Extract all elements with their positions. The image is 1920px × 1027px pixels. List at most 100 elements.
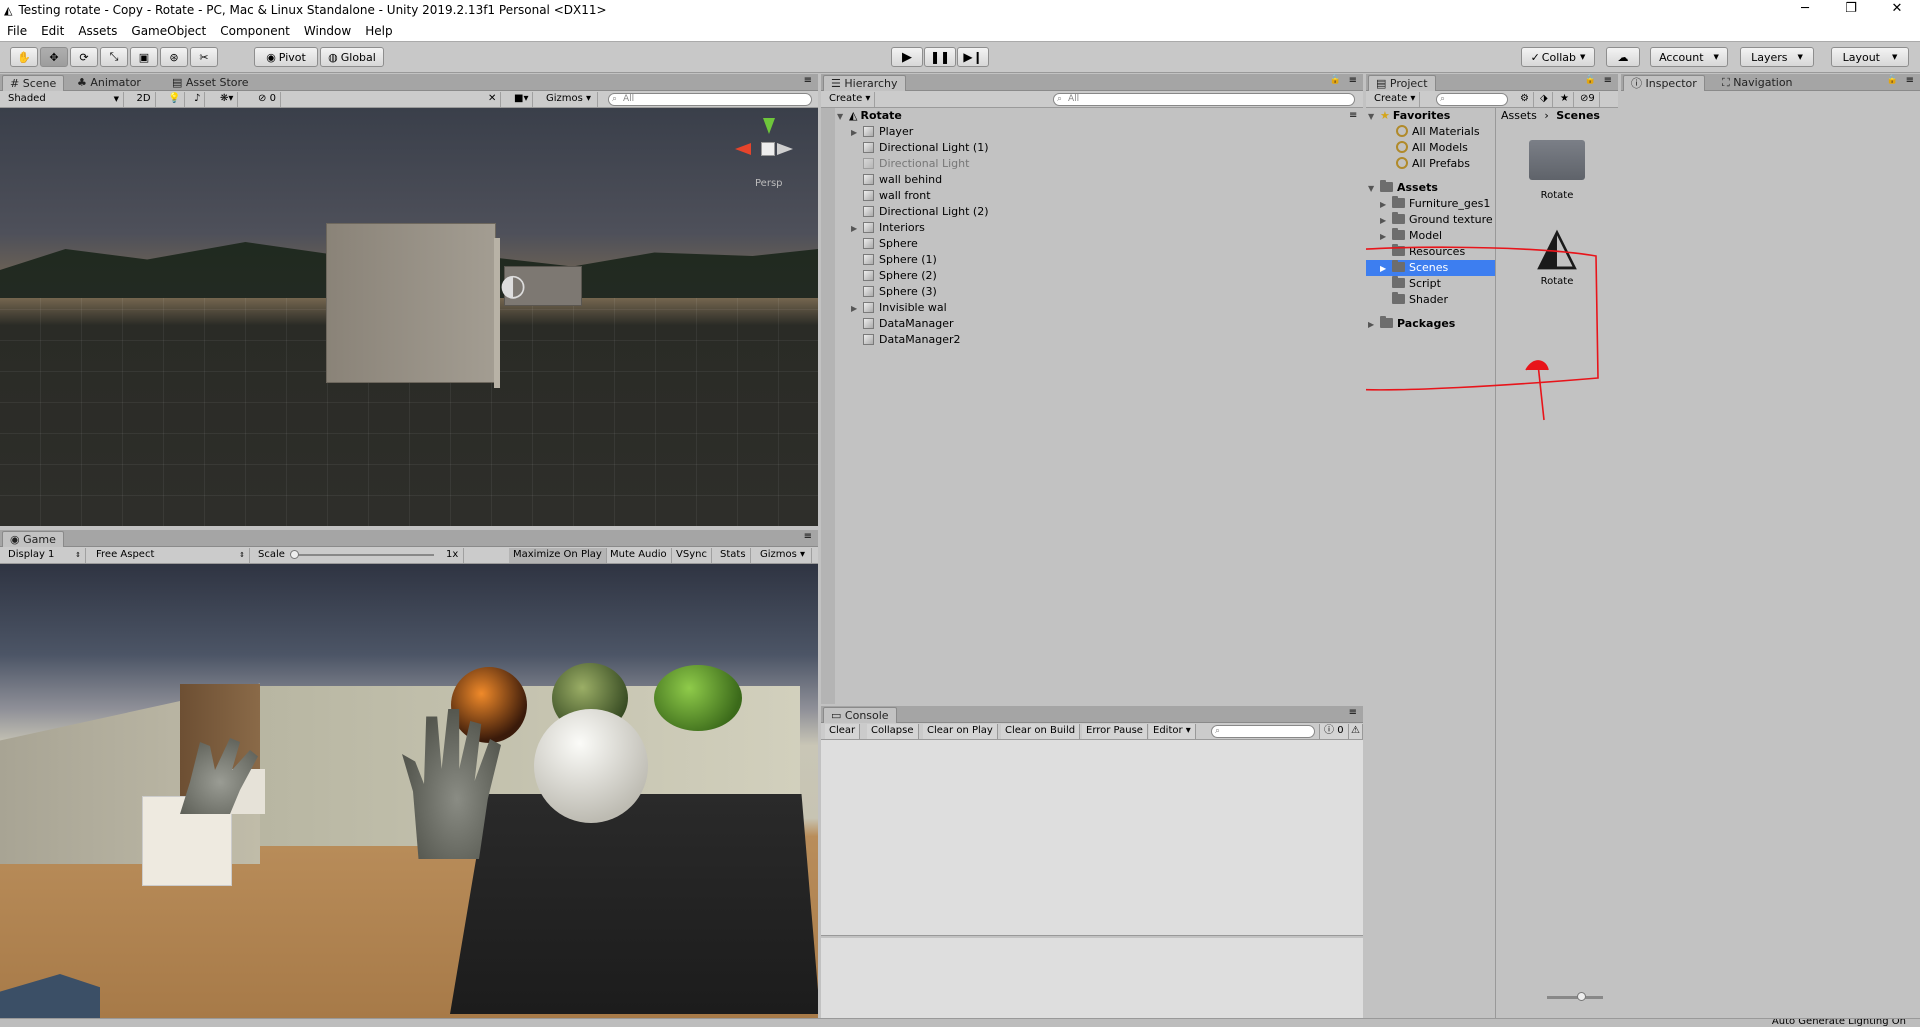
expand-down-icon[interactable]: ▼ [1368, 109, 1380, 125]
y-axis-icon[interactable] [763, 118, 775, 134]
hierarchy-item[interactable]: ▶ Invisible wal [851, 300, 947, 316]
favorite-all-models[interactable]: All Models [1396, 140, 1468, 156]
panel-menu-icon[interactable]: ≡ [1349, 75, 1357, 86]
expand-right-icon[interactable]: ▶ [851, 125, 863, 141]
hierarchy-item[interactable]: Directional Light (1) [851, 140, 989, 156]
audio-toggle[interactable]: ♪ [190, 92, 206, 107]
rotate-tool-button[interactable]: ⟳ [70, 47, 98, 67]
menu-component[interactable]: Component [213, 24, 297, 38]
rect-tool-button[interactable]: ▣ [130, 47, 158, 67]
project-search-input[interactable]: ⌕ [1436, 93, 1508, 106]
project-create-dropdown[interactable]: Create ▾ [1370, 92, 1421, 107]
lock-icon[interactable]: 🔒 [1585, 75, 1596, 85]
console-log-list[interactable] [821, 740, 1363, 936]
2d-toggle[interactable]: 2D [132, 92, 156, 107]
menu-edit[interactable]: Edit [34, 24, 71, 38]
panel-menu-icon[interactable]: ≡ [1349, 707, 1357, 718]
hierarchy-search-input[interactable]: ⌕ All [1053, 93, 1355, 106]
gizmos-dropdown[interactable]: Gizmos ▾ [542, 92, 598, 107]
tab-navigation[interactable]: ⛶ Navigation [1715, 75, 1800, 91]
console-detail-area[interactable] [821, 938, 1363, 1018]
tab-asset-store[interactable]: ▤ Asset Store [165, 75, 256, 91]
hierarchy-item[interactable]: DataManager [851, 316, 953, 332]
scene-viewport[interactable]: ◐ Persp [0, 108, 818, 526]
search-by-label-button[interactable]: ⬗ [1536, 92, 1553, 107]
vsync-toggle[interactable]: VSync [672, 548, 712, 563]
cloud-button[interactable]: ☁ [1606, 47, 1640, 67]
console-clear-on-build-button[interactable]: Clear on Build [1001, 724, 1081, 739]
console-search-input[interactable]: ⌕ [1211, 725, 1315, 738]
move-tool-button[interactable]: ✥ [40, 47, 68, 67]
tab-hierarchy[interactable]: ☰ Hierarchy [823, 75, 906, 91]
persp-label[interactable]: Persp [755, 178, 783, 189]
tab-scene[interactable]: # Scene [2, 75, 65, 91]
shading-dropdown[interactable]: Shaded ▼ [4, 92, 124, 107]
breadcrumb-scenes[interactable]: Scenes [1556, 109, 1600, 122]
menu-window[interactable]: Window [297, 24, 358, 38]
hierarchy-create-dropdown[interactable]: Create ▾ [825, 92, 876, 107]
restore-button[interactable]: ❐ [1828, 0, 1874, 20]
hierarchy-item[interactable]: Directional Light (2) [851, 204, 989, 220]
layout-dropdown[interactable]: Layout ▼ [1831, 47, 1909, 67]
panel-menu-icon[interactable]: ≡ [804, 531, 812, 542]
tab-game[interactable]: ◉ Game [2, 531, 64, 547]
hidden-objects-toggle[interactable]: ⊘ 0 [254, 92, 281, 107]
scene-menu-icon[interactable]: ≡ [1349, 108, 1357, 124]
layers-dropdown[interactable]: Layers ▼ [1740, 47, 1814, 67]
expand-right-icon[interactable]: ▶ [851, 301, 863, 317]
menu-gameobject[interactable]: GameObject [124, 24, 213, 38]
hand-tool-button[interactable]: ✋ [10, 47, 38, 67]
icon-size-slider[interactable] [1547, 996, 1603, 999]
maximize-on-play-toggle[interactable]: Maximize On Play [509, 548, 607, 563]
step-button[interactable]: ▶❙ [957, 47, 989, 67]
aspect-dropdown[interactable]: Free Aspect ⇕ [92, 548, 250, 563]
favorites-row[interactable]: ▼ ★ Favorites [1368, 108, 1450, 124]
game-viewport[interactable] [0, 564, 818, 1018]
hierarchy-item[interactable]: ▶ Interiors [851, 220, 925, 236]
menu-file[interactable]: File [0, 24, 34, 38]
gizmo-center-cube[interactable] [761, 142, 775, 156]
stats-toggle[interactable]: Stats [716, 548, 751, 563]
transform-tool-button[interactable]: ⊛ [160, 47, 188, 67]
account-dropdown[interactable]: Account ▼ [1650, 47, 1728, 67]
console-clear-on-play-button[interactable]: Clear on Play [923, 724, 998, 739]
tools-icon-button[interactable]: ✕ [484, 92, 502, 107]
hidden-packages-toggle[interactable]: ⊘9 [1576, 92, 1600, 107]
console-collapse-button[interactable]: Collapse [867, 724, 919, 739]
minimize-button[interactable]: ─ [1782, 0, 1828, 20]
global-toggle[interactable]: ◍ Global [320, 47, 384, 67]
game-gizmos-dropdown[interactable]: Gizmos ▾ [756, 548, 812, 563]
scale-slider[interactable]: Scale 1x [254, 548, 464, 563]
z-axis-icon[interactable] [777, 143, 793, 155]
favorite-all-prefabs[interactable]: All Prefabs [1396, 156, 1470, 172]
scene-search-input[interactable]: ⌕ All [608, 93, 812, 106]
favorite-all-materials[interactable]: All Materials [1396, 124, 1480, 140]
scene-root-row[interactable]: ▼ ◭ Rotate ≡ [837, 108, 1357, 124]
search-by-type-button[interactable]: ⚙ [1516, 92, 1534, 107]
hierarchy-item[interactable]: Sphere (1) [851, 252, 937, 268]
scale-thumb[interactable] [290, 550, 299, 559]
icon-size-thumb[interactable] [1577, 992, 1586, 1001]
hierarchy-item[interactable]: wall behind [851, 172, 942, 188]
scale-track[interactable] [294, 554, 434, 556]
orientation-gizmo[interactable]: Persp [735, 118, 795, 208]
custom-tool-button[interactable]: ✂ [190, 47, 218, 67]
lighting-toggle[interactable]: 💡 [164, 92, 186, 107]
tab-animator[interactable]: ♣ Animator [70, 75, 148, 91]
console-editor-dropdown[interactable]: Editor ▾ [1149, 724, 1196, 739]
panel-menu-icon[interactable]: ≡ [804, 75, 812, 86]
play-button[interactable]: ▶ [891, 47, 923, 67]
panel-menu-icon[interactable]: ≡ [1906, 75, 1914, 86]
scale-tool-button[interactable]: ⤡ [100, 47, 128, 67]
favorites-button[interactable]: ★ [1556, 92, 1574, 107]
close-button[interactable]: ✕ [1874, 0, 1920, 20]
tab-console[interactable]: ▭ Console [823, 707, 897, 723]
display-dropdown[interactable]: Display 1 ⇕ [4, 548, 86, 563]
mute-audio-toggle[interactable]: Mute Audio [606, 548, 672, 563]
tab-project[interactable]: ▤ Project [1368, 75, 1436, 91]
hierarchy-item[interactable]: Sphere [851, 236, 918, 252]
console-error-count[interactable]: ⓘ 0 [1319, 724, 1349, 739]
menu-help[interactable]: Help [358, 24, 399, 38]
hierarchy-item[interactable]: Sphere (3) [851, 284, 937, 300]
breadcrumb-assets[interactable]: Assets [1501, 109, 1537, 122]
